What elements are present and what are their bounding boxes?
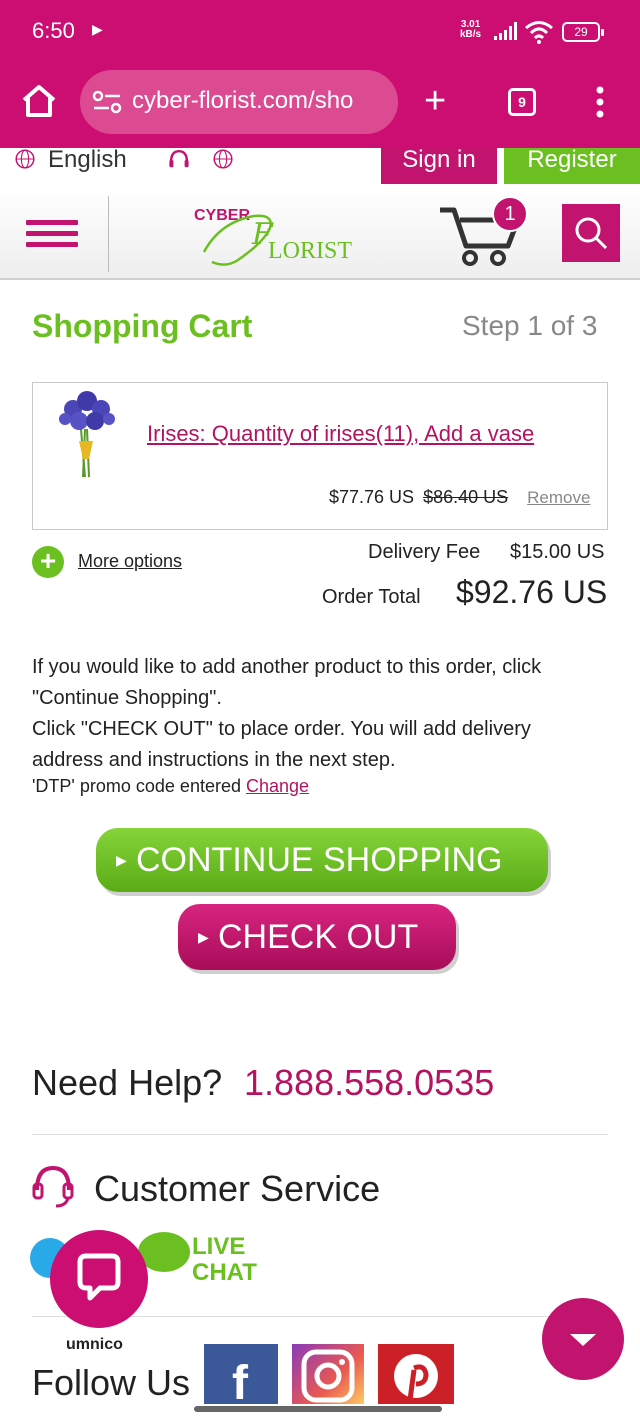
- continue-shopping-label: CONTINUE SHOPPING: [136, 841, 503, 879]
- promo-code-text: 'DTP' promo code entered: [32, 776, 246, 796]
- iris-bouquet-image[interactable]: [55, 389, 119, 481]
- search-icon[interactable]: [562, 204, 620, 262]
- customer-service-heading: Customer Service: [94, 1168, 381, 1209]
- home-icon[interactable]: [20, 82, 58, 120]
- status-time: 6:50: [32, 18, 75, 43]
- arrow-right-icon: ▶: [198, 929, 209, 945]
- headset-icon-large: [32, 1165, 74, 1208]
- network-speed: 3.01 kB/s: [460, 20, 481, 40]
- live-chat-label-1: LIVE: [192, 1233, 246, 1260]
- logo-text-florist: LORIST: [268, 238, 352, 264]
- site-settings-icon[interactable]: [92, 90, 122, 114]
- sign-in-button[interactable]: Sign in: [381, 148, 497, 184]
- delivery-fee-value: $15.00 US: [510, 541, 605, 563]
- delivery-fee-label: Delivery Fee: [368, 541, 481, 563]
- url-bar[interactable]: cyber-florist.com/sho: [80, 70, 398, 134]
- more-options-link[interactable]: More options: [78, 551, 182, 572]
- instagram-icon[interactable]: [292, 1344, 364, 1404]
- pinterest-icon[interactable]: [378, 1344, 454, 1404]
- chat-widget-button[interactable]: [50, 1230, 148, 1328]
- logo-text-cyber: CYBER: [194, 207, 250, 224]
- tab-switcher-button[interactable]: 9: [508, 88, 536, 116]
- checkout-label: CHECK OUT: [218, 918, 419, 956]
- need-help-heading: Need Help?: [32, 1062, 223, 1103]
- top-strip: English Sign in Register: [0, 146, 640, 186]
- pinterest-glyph: [394, 1354, 438, 1401]
- phone-link[interactable]: 1.888.558.0535: [244, 1062, 494, 1104]
- change-promo-link[interactable]: Change: [246, 776, 309, 796]
- new-tab-button[interactable]: +: [424, 82, 446, 120]
- page-title: Shopping Cart: [32, 308, 253, 344]
- remove-item-link[interactable]: Remove: [527, 488, 590, 507]
- footer-divider: [32, 1134, 608, 1135]
- order-total-value: $92.76 US: [456, 574, 608, 610]
- chevron-down-icon: [570, 1334, 596, 1346]
- promo-code-line: 'DTP' promo code entered Change: [32, 776, 309, 797]
- register-button[interactable]: Register: [504, 148, 640, 184]
- live-chat-label-2: CHAT: [192, 1259, 257, 1286]
- checkout-button[interactable]: ▶ CHECK OUT: [178, 904, 456, 970]
- browser-chrome: 6:50 ▶ 3.01 kB/s 29 cyber-florist.com/sh…: [0, 0, 640, 148]
- site-header: CYBER F LORIST: [0, 186, 640, 280]
- follow-us-heading: Follow Us: [32, 1362, 191, 1403]
- scroll-down-button[interactable]: [542, 1298, 624, 1380]
- chat-widget-label: umnico: [66, 1336, 123, 1353]
- chat-bubble-icon: [77, 1253, 121, 1301]
- signal-icon: [494, 22, 517, 40]
- cart-count-badge[interactable]: 1: [492, 196, 528, 232]
- headset-icon[interactable]: [164, 148, 194, 172]
- instruction-checkout: Click "CHECK OUT" to place order. You wi…: [32, 718, 531, 771]
- plus-circle-icon[interactable]: +: [32, 546, 64, 578]
- checkout-instructions: If you would like to add another product…: [32, 652, 592, 776]
- cyber-florist-logo[interactable]: CYBER F LORIST: [190, 202, 360, 272]
- instruction-continue: If you would like to add another product…: [32, 656, 542, 709]
- cart-item: Irises: Quantity of irises(11), Add a va…: [32, 382, 608, 530]
- item-price-row: $77.76 US $86.40 US Remove: [329, 487, 590, 508]
- item-old-price: $86.40 US: [423, 487, 509, 507]
- live-chat-link[interactable]: LIVE CHAT: [192, 1234, 257, 1286]
- order-total-label: Order Total: [322, 586, 421, 608]
- continue-shopping-button[interactable]: ▶ CONTINUE SHOPPING: [96, 828, 548, 892]
- instagram-glyph: [301, 1349, 355, 1403]
- item-price: $77.76 US: [329, 487, 415, 507]
- browser-menu-icon[interactable]: [594, 86, 606, 118]
- network-speed-unit: kB/s: [460, 29, 482, 40]
- arrow-right-icon: ▶: [116, 852, 127, 868]
- globe-icon-2[interactable]: [208, 148, 238, 170]
- globe-icon[interactable]: [10, 148, 40, 170]
- url-text[interactable]: cyber-florist.com/sho: [132, 87, 394, 115]
- menu-icon[interactable]: [26, 220, 78, 250]
- item-name-link[interactable]: Irises: Quantity of irises(11), Add a va…: [147, 421, 534, 447]
- search-button[interactable]: [562, 204, 620, 262]
- facebook-icon[interactable]: f: [204, 1344, 278, 1410]
- language-selector[interactable]: English: [48, 146, 127, 174]
- play-icon: ▶: [92, 22, 103, 38]
- checkout-step: Step 1 of 3: [462, 310, 598, 341]
- wifi-icon: [525, 21, 553, 44]
- battery-icon: 29: [562, 22, 604, 42]
- facebook-letter: f: [232, 1357, 248, 1410]
- header-divider: [108, 196, 109, 272]
- gesture-nav-handle[interactable]: [194, 1406, 442, 1412]
